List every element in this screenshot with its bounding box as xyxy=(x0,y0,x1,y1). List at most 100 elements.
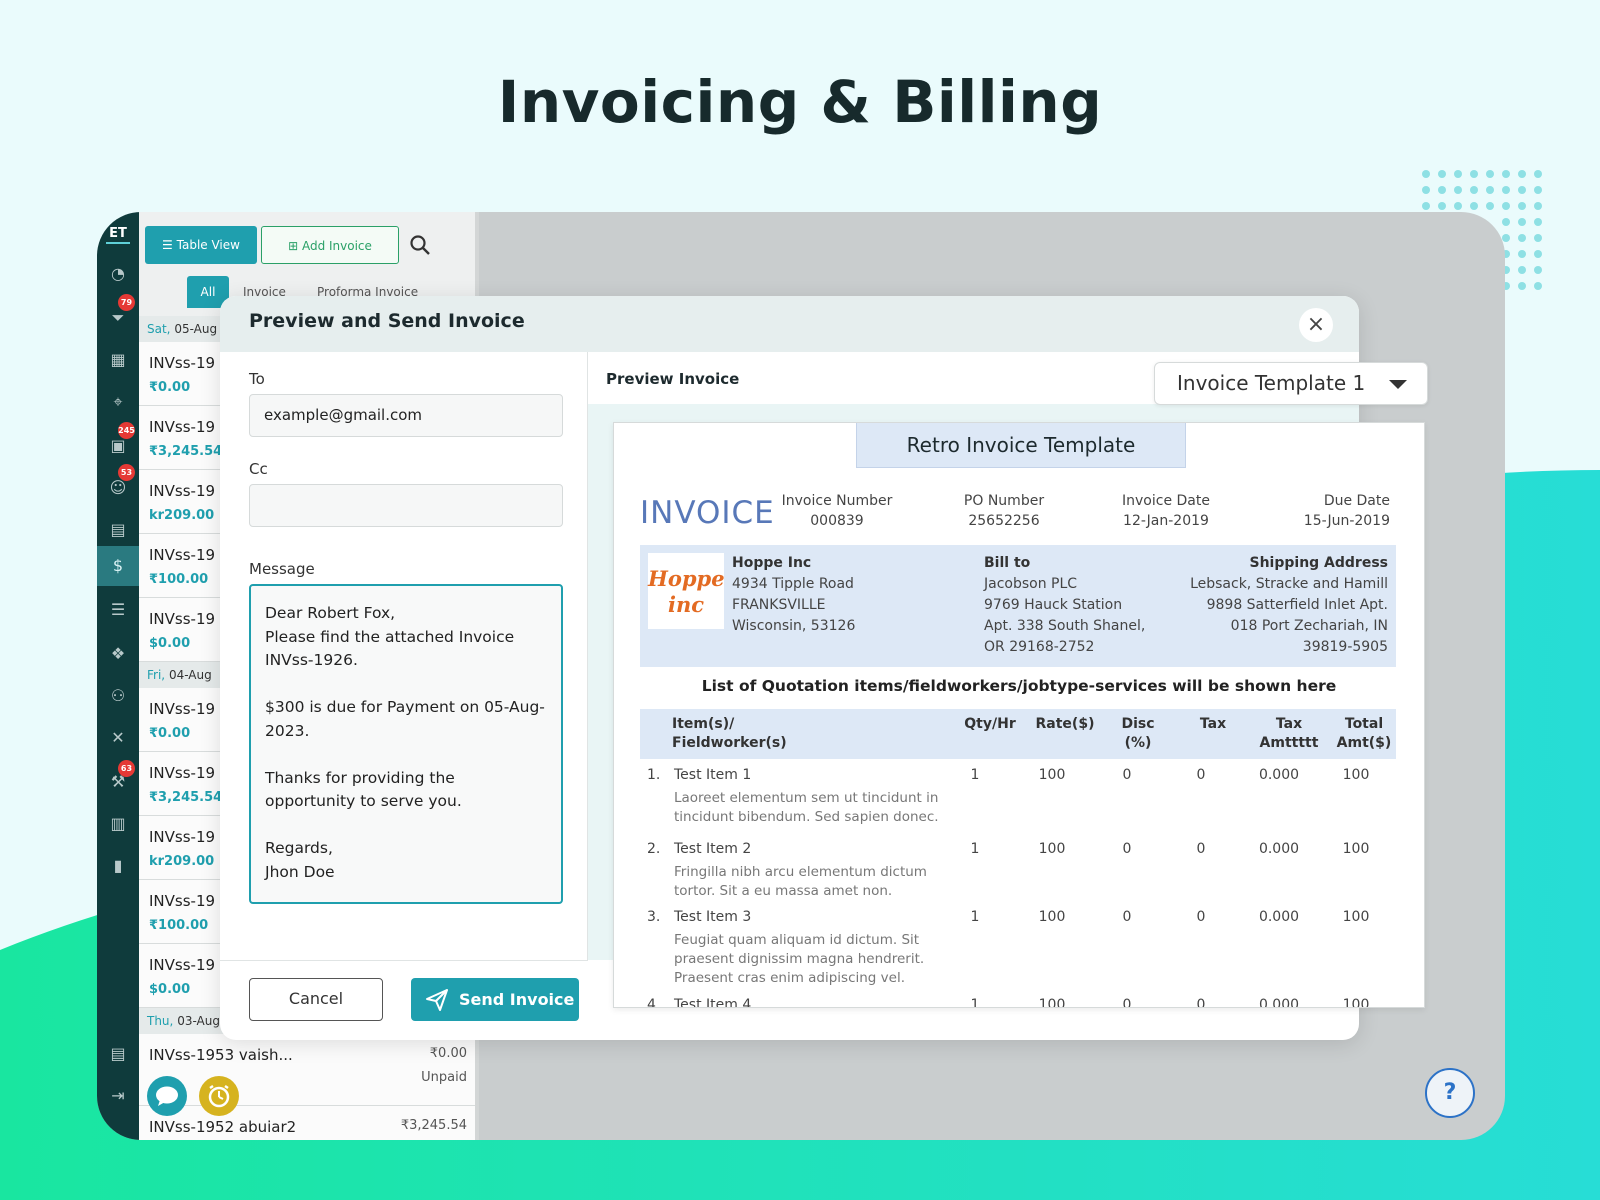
tools-icon[interactable]: ✕ xyxy=(108,728,128,748)
meta-value: 15-Jun-2019 xyxy=(1303,513,1390,529)
invoice-id: INVss-19 xyxy=(149,354,216,372)
invoice-id: INVss-19 xyxy=(149,828,216,846)
item-total: 100 xyxy=(1342,909,1370,925)
send-invoice-button[interactable]: Send Invoice xyxy=(411,978,579,1021)
item-qty: 1 xyxy=(970,767,980,783)
wrench-badge: 63 xyxy=(118,760,135,777)
invoice-amount: ₹100.00 xyxy=(149,918,209,933)
item-description: Fringilla nibh arcu elementum dictum tor… xyxy=(674,864,927,899)
item-tax: 0 xyxy=(1196,841,1206,857)
invoice-number-meta: Invoice Number 000839 xyxy=(774,493,900,529)
bill-to-label: Bill to xyxy=(984,555,1031,571)
app-window: ET ◔ ⏷ 79 ▦ ⌖ ▣ 245 ☺ 53 ▤ $ ☰ ❖ ⚇ ✕ ⚒ 6… xyxy=(97,212,1505,1140)
preview-send-invoice-modal: Preview and Send Invoice × To example@gm… xyxy=(220,296,1428,1040)
dashboard-icon[interactable]: ◔ xyxy=(108,264,128,284)
column-header: Tax Amttttt xyxy=(1259,716,1319,751)
list-item[interactable]: INVss-1953 vaish... ₹0.00 Unpaid xyxy=(139,1034,479,1106)
item-qty: 1 xyxy=(970,909,980,925)
invoice-id: INVss-19 xyxy=(149,482,216,500)
message-label: Message xyxy=(249,560,315,578)
page-headline: Invoicing & Billing xyxy=(497,68,1103,136)
date-value: 03-Aug xyxy=(177,1014,220,1028)
column-header: Item(s)/ Fieldworker(s) xyxy=(672,716,787,751)
invoice-id: INVss-19 xyxy=(149,610,216,628)
list-icon[interactable]: ☰ xyxy=(108,600,128,620)
po-number-meta: PO Number 25652256 xyxy=(954,493,1054,529)
chat-button[interactable] xyxy=(147,1076,187,1116)
company-name: Hoppe Inc xyxy=(732,555,812,571)
cancel-button[interactable]: Cancel xyxy=(249,978,383,1021)
logout-icon[interactable]: ⇥ xyxy=(108,1086,128,1106)
column-header: Disc (%) xyxy=(1121,716,1155,751)
app-logo: ET xyxy=(106,224,130,244)
meta-label: Invoice Number xyxy=(781,493,893,509)
item-number: 2. xyxy=(647,841,661,857)
calendar-icon[interactable]: ▦ xyxy=(108,350,128,370)
message-textarea[interactable]: Dear Robert Fox, Please find the attache… xyxy=(249,584,563,904)
shipping-lines: Lebsack, Stracke and Hamill 9898 Satterf… xyxy=(1190,576,1388,655)
meta-label: PO Number xyxy=(963,493,1045,509)
invoice-amount: $0.00 xyxy=(149,982,191,997)
invoice-amount: ₹100.00 xyxy=(149,572,209,587)
handshake-icon[interactable]: ❖ xyxy=(108,644,128,664)
table-view-button[interactable]: ☰ Table View xyxy=(145,226,257,264)
briefcase-icon[interactable]: ▣ xyxy=(108,436,128,456)
item-description: Laoreet elementum sem ut tincidunt in ti… xyxy=(674,790,939,825)
alarm-button[interactable] xyxy=(199,1076,239,1116)
bill-to-lines: Jacobson PLC 9769 Hauck Station Apt. 338… xyxy=(984,576,1146,655)
column-header: Tax xyxy=(1199,716,1227,732)
list-item[interactable]: INVss-1952 abuiar2 ₹3,245.54 xyxy=(139,1106,479,1140)
cc-field[interactable] xyxy=(249,484,563,527)
folder-icon[interactable]: ▤ xyxy=(108,520,128,540)
shipping-label: Shipping Address xyxy=(1249,555,1389,571)
paper-plane-icon xyxy=(426,989,448,1011)
settings-list-icon[interactable]: ▤ xyxy=(108,1044,128,1064)
item-tax-amount: 0.000 xyxy=(1258,767,1300,783)
meta-label: Invoice Date xyxy=(1122,493,1210,509)
item-number: 4. xyxy=(647,997,661,1008)
item-total: 100 xyxy=(1342,997,1370,1008)
modal-header: Preview and Send Invoice × xyxy=(220,296,1359,352)
search-icon[interactable] xyxy=(409,234,431,256)
briefcase-badge: 245 xyxy=(118,422,135,439)
meta-label: Due Date xyxy=(1323,493,1390,509)
modal-title: Preview and Send Invoice xyxy=(249,310,525,332)
document-icon[interactable]: ▥ xyxy=(108,814,128,834)
help-button[interactable]: ? xyxy=(1425,1068,1475,1118)
item-total: 100 xyxy=(1342,767,1370,783)
items-note: List of Quotation items/fieldworkers/job… xyxy=(701,677,1337,695)
users-icon[interactable]: ⚇ xyxy=(108,686,128,706)
table-view-label: Table View xyxy=(176,238,240,252)
meta-value: 000839 xyxy=(810,513,864,529)
modal-footer-divider xyxy=(220,960,588,961)
close-icon[interactable]: × xyxy=(1299,308,1333,342)
invoice-amount: $0.00 xyxy=(149,636,191,651)
bar-chart-icon[interactable]: ▮ xyxy=(108,856,128,876)
template-title: Retro Invoice Template xyxy=(856,423,1186,468)
invoice-date-meta: Invoice Date 12-Jan-2019 xyxy=(1116,493,1216,529)
alarm-clock-icon xyxy=(208,1084,230,1108)
user-icon[interactable]: ☺ xyxy=(108,478,128,498)
column-header: Qty/Hr xyxy=(964,716,1016,732)
invoice-amount: ₹0.00 xyxy=(429,1046,467,1061)
due-date-meta: Due Date 15-Jun-2019 xyxy=(1290,493,1390,529)
item-disc: 0 xyxy=(1122,841,1132,857)
bill-to-address: Bill to Jacobson PLC 9769 Hauck Station … xyxy=(984,553,1184,658)
date-day: Thu, xyxy=(147,1014,174,1028)
map-pin-icon[interactable]: ⌖ xyxy=(108,392,128,412)
item-name: Test Item 4 xyxy=(674,997,752,1008)
item-tax: 0 xyxy=(1196,909,1206,925)
item-disc: 0 xyxy=(1122,997,1132,1008)
template-select[interactable]: Invoice Template 1 xyxy=(1154,362,1428,405)
send-invoice-label: Send Invoice xyxy=(459,990,575,1009)
invoice-preview-document[interactable]: Retro Invoice Template INVOICE Invoice N… xyxy=(613,422,1425,1008)
add-invoice-button[interactable]: ⊞ Add Invoice xyxy=(261,226,399,264)
date-value: 05-Aug xyxy=(174,322,218,336)
date-day: Fri, xyxy=(147,668,166,682)
invoice-amount: ₹3,245.54 xyxy=(400,1118,467,1133)
item-name: Test Item 1 xyxy=(674,767,752,783)
dollar-icon[interactable]: $ xyxy=(97,546,139,586)
to-email-field[interactable]: example@gmail.com xyxy=(249,394,563,437)
item-name: Test Item 2 xyxy=(674,841,752,857)
funnel-icon[interactable]: ⏷ xyxy=(108,308,128,328)
